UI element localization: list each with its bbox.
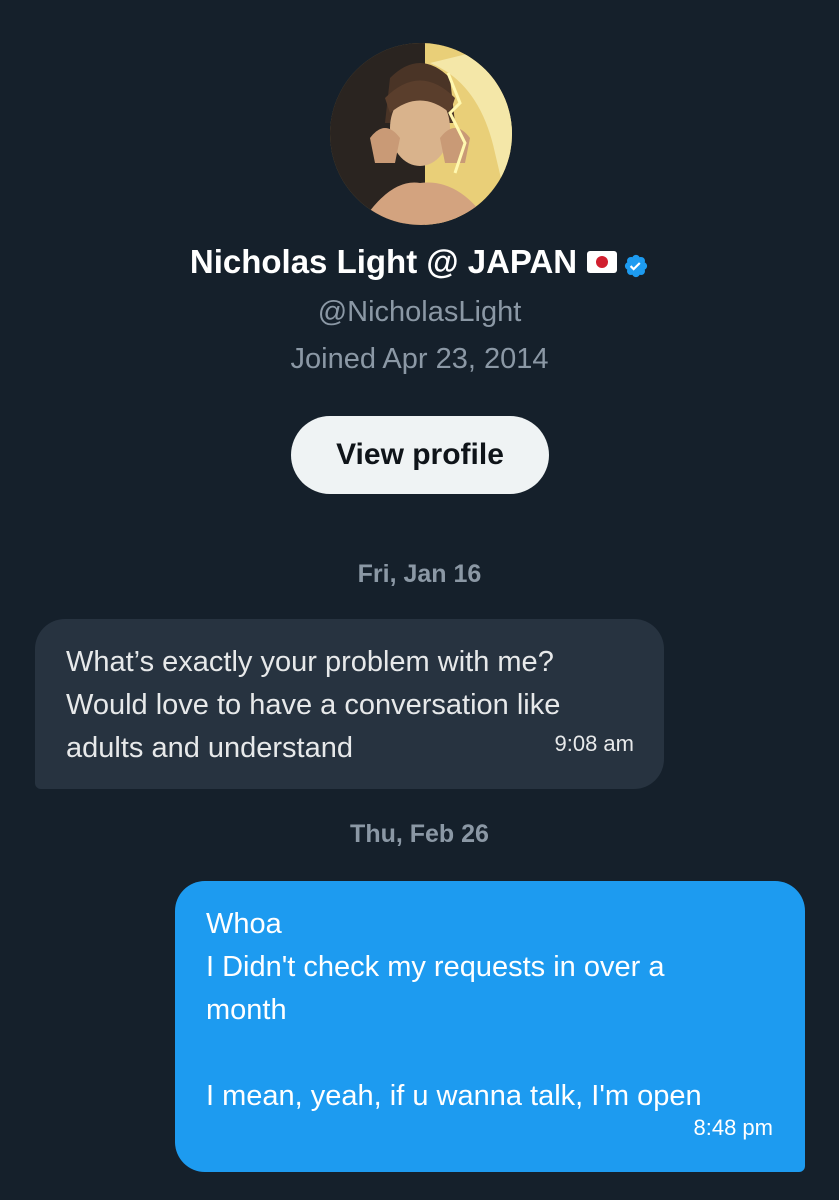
- japan-flag-icon: [587, 251, 618, 273]
- profile-handle: @NicholasLight: [317, 296, 522, 328]
- incoming-message-bubble[interactable]: What’s exactly your problem with me? Wou…: [35, 619, 664, 789]
- message-text-line: adults and understand: [66, 732, 353, 764]
- message-text-line: I mean, yeah, if u wanna talk, I'm open: [206, 1080, 702, 1112]
- date-separator: Fri, Jan 16: [357, 560, 482, 588]
- profile-name: Nicholas Light @ JAPAN: [189, 243, 578, 280]
- date-separator: Thu, Feb 26: [350, 820, 489, 848]
- message-text-line: Whoa: [206, 908, 282, 940]
- outgoing-message-bubble[interactable]: Whoa I Didn't check my requests in over …: [175, 881, 805, 1172]
- verified-badge-icon: [623, 249, 649, 278]
- avatar[interactable]: [330, 43, 512, 225]
- message-text-line: I Didn't check my requests in over a: [206, 951, 665, 983]
- message-timestamp: 9:08 am: [554, 731, 635, 756]
- view-profile-button[interactable]: View profile: [291, 416, 549, 494]
- message-text-line: What’s exactly your problem with me?: [66, 646, 554, 678]
- joined-date: Joined Apr 23, 2014: [290, 343, 549, 375]
- message-text-line: month: [206, 994, 287, 1026]
- profile-name-row: Nicholas Light @ JAPAN: [0, 243, 839, 281]
- message-text-line: Would love to have a conversation like: [66, 689, 561, 721]
- message-timestamp: 8:48 pm: [693, 1115, 774, 1140]
